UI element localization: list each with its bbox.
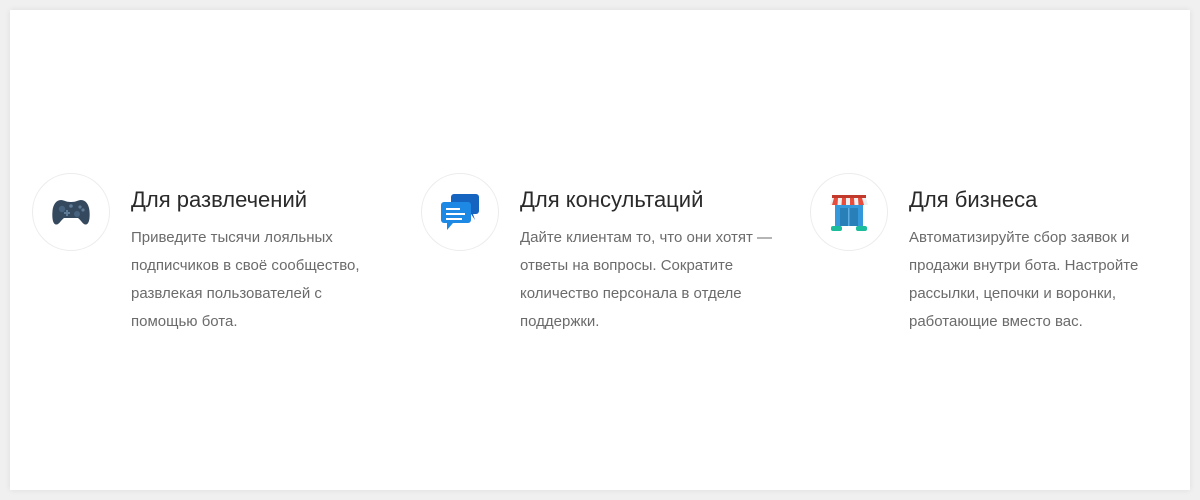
features-card: Для развлечений Приведите тысячи лояльны… [10,10,1190,490]
feature-business: Для бизнеса Автоматизируйте сбор заявок … [810,173,1170,333]
gamepad-icon [32,173,110,251]
feature-consultations: Для консультаций Дайте клиентам то, что … [421,173,781,333]
feature-description: Приведите тысячи лояльных подписчиков в … [131,229,360,330]
feature-entertainment: Для развлечений Приведите тысячи лояльны… [32,173,392,333]
feature-title: Для бизнеса [909,187,1038,212]
store-icon [810,173,888,251]
feature-description: Дайте клиентам то, что они хотят — ответ… [520,229,773,330]
chat-bubbles-icon [421,173,499,251]
feature-description: Автоматизируйте сбор заявок и продажи вн… [909,229,1139,330]
feature-title: Для консультаций [520,187,704,212]
feature-title: Для развлечений [131,187,308,212]
